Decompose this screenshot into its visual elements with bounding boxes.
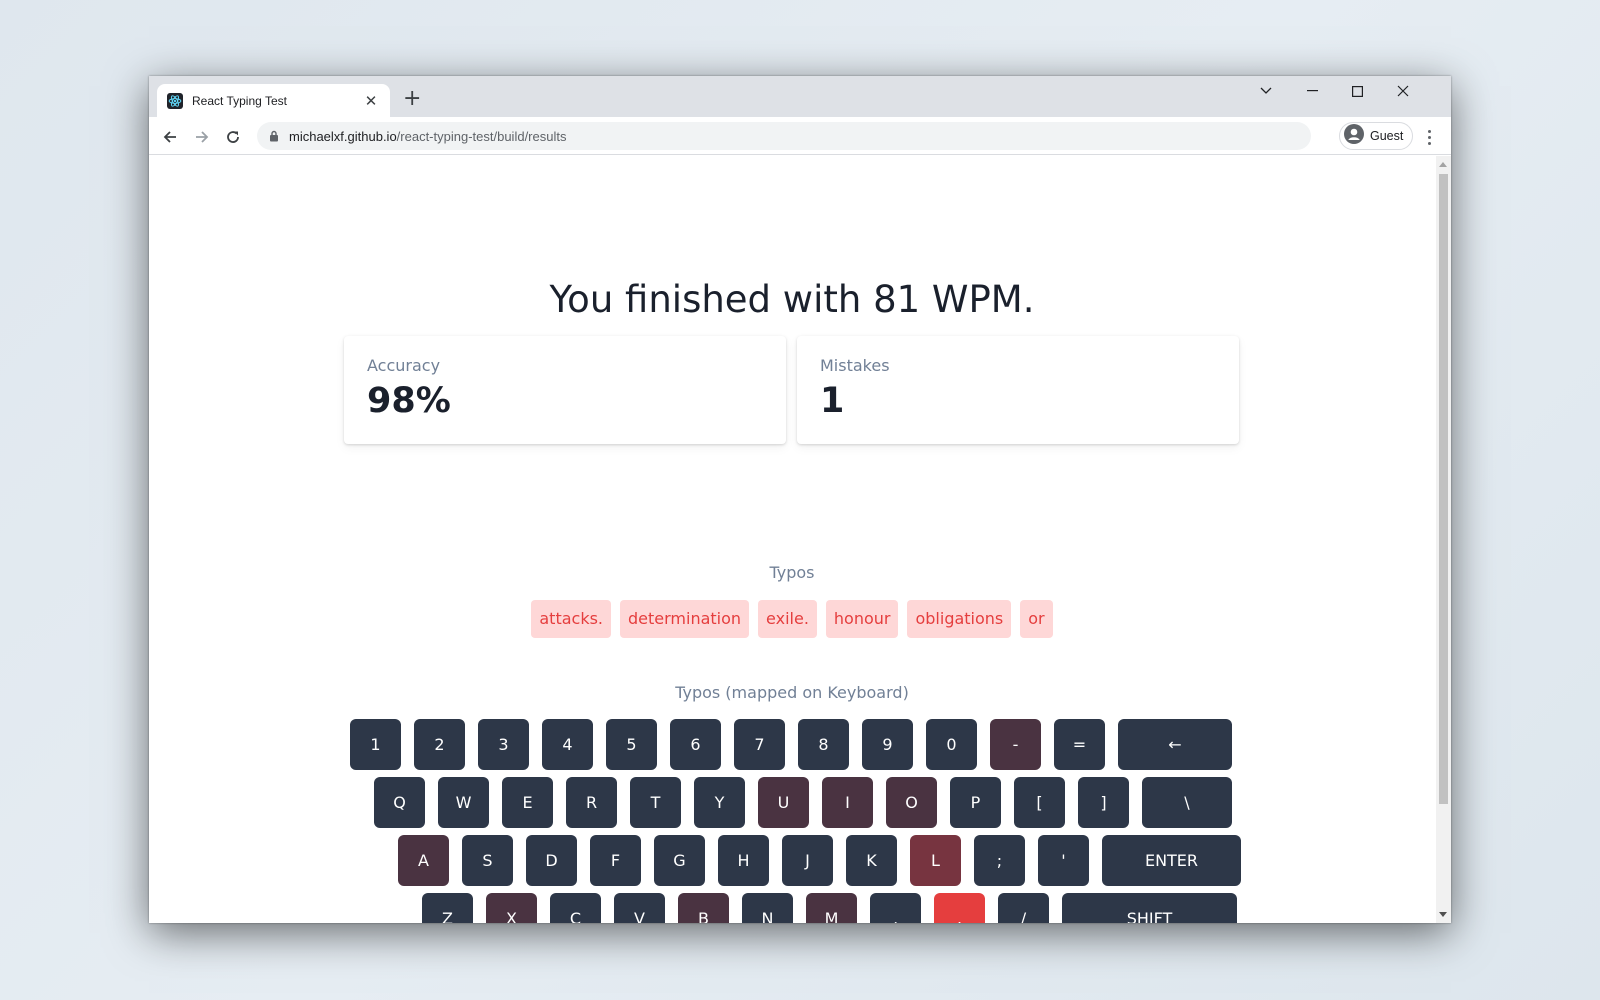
key-u: U — [758, 777, 809, 828]
key-q: Q — [374, 777, 425, 828]
profile-button[interactable]: Guest — [1339, 122, 1413, 150]
key-e: E — [502, 777, 553, 828]
key-w: W — [438, 777, 489, 828]
minimize-icon[interactable] — [1289, 76, 1335, 106]
key-y: Y — [694, 777, 745, 828]
react-logo-icon — [167, 92, 183, 109]
key-g: G — [654, 835, 705, 886]
key-4: 4 — [542, 719, 593, 770]
avatar-icon — [1344, 124, 1364, 148]
key-symbol: = — [1054, 719, 1105, 770]
key-0: 0 — [926, 719, 977, 770]
tab-title: React Typing Test — [192, 93, 287, 108]
key-symbol: / — [998, 893, 1049, 923]
key-t: T — [630, 777, 681, 828]
vertical-scrollbar[interactable] — [1436, 156, 1451, 923]
key-i: I — [822, 777, 873, 828]
key-1: 1 — [350, 719, 401, 770]
new-tab-icon[interactable]: + — [403, 88, 421, 110]
mistakes-card: Mistakes 1 — [797, 336, 1239, 444]
typo-chip: exile. — [758, 600, 817, 638]
accuracy-label: Accuracy — [367, 356, 441, 375]
typo-list: attacks. determination exile. honour obl… — [149, 600, 1435, 638]
key-l: L — [910, 835, 961, 886]
mistakes-value: 1 — [820, 381, 845, 421]
close-window-icon[interactable] — [1380, 76, 1426, 106]
menu-icon[interactable] — [1419, 126, 1439, 148]
key-9: 9 — [862, 719, 913, 770]
key-v: V — [614, 893, 665, 923]
key-x: X — [486, 893, 537, 923]
title-bar: React Typing Test ✕ + — [149, 76, 1451, 117]
typo-chip: determination — [620, 600, 750, 638]
key-f: F — [590, 835, 641, 886]
key-5: 5 — [606, 719, 657, 770]
tab-search-icon[interactable] — [1243, 76, 1289, 106]
forward-arrow-icon[interactable] — [191, 126, 213, 148]
address-bar[interactable]: michaelxf.github.io/react-typing-test/bu… — [257, 122, 1311, 150]
key-h: H — [718, 835, 769, 886]
typo-chip: honour — [825, 600, 899, 638]
reload-icon[interactable] — [222, 126, 244, 148]
key-n: N — [742, 893, 793, 923]
mistakes-label: Mistakes — [820, 356, 890, 375]
key-symbol: ; — [974, 835, 1025, 886]
back-arrow-icon[interactable] — [159, 126, 181, 148]
key-shift: SHIFT — [1062, 893, 1237, 923]
lock-icon — [269, 127, 279, 146]
key-symbol: , — [870, 893, 921, 923]
keyboard-label: Typos (mapped on Keyboard) — [675, 683, 909, 702]
key-symbol: ' — [1038, 835, 1089, 886]
key-r: R — [566, 777, 617, 828]
key-enter: ENTER — [1102, 835, 1241, 886]
scroll-thumb[interactable] — [1439, 174, 1448, 804]
key-symbol: ] — [1078, 777, 1129, 828]
profile-label: Guest — [1370, 129, 1404, 143]
close-tab-icon[interactable]: ✕ — [362, 92, 380, 110]
key-d: D — [526, 835, 577, 886]
maximize-icon[interactable] — [1334, 76, 1380, 106]
typo-chip: attacks. — [531, 600, 611, 638]
key-6: 6 — [670, 719, 721, 770]
scroll-down-arrow-icon[interactable] — [1439, 912, 1447, 917]
browser-tab[interactable]: React Typing Test ✕ — [157, 84, 390, 117]
page-content: You finished with 81 WPM. Accuracy 98% M… — [149, 156, 1451, 923]
accuracy-card: Accuracy 98% — [344, 336, 786, 444]
typo-keyboard: 1 2 3 4 5 6 7 8 9 0- = ← Q W E R T Y U I O P [] \ A S D F G H J K L; ' ENT… — [149, 719, 1451, 923]
url-text: michaelxf.github.io/react-typing-test/bu… — [289, 128, 567, 144]
key-symbol: . — [934, 893, 985, 923]
typo-chip: or — [1020, 600, 1053, 638]
key-o: O — [886, 777, 937, 828]
scroll-up-arrow-icon[interactable] — [1439, 162, 1447, 167]
key-3: 3 — [478, 719, 529, 770]
results-headline: You finished with 81 WPM. — [549, 278, 1035, 321]
key-7: 7 — [734, 719, 785, 770]
key-s: S — [462, 835, 513, 886]
key-symbol: [ — [1014, 777, 1065, 828]
typos-label: Typos — [769, 563, 815, 582]
key-b: B — [678, 893, 729, 923]
key-p: P — [950, 777, 1001, 828]
key-k: K — [846, 835, 897, 886]
key-backslash: \ — [1142, 777, 1232, 828]
key-8: 8 — [798, 719, 849, 770]
key-c: C — [550, 893, 601, 923]
key-backspace: ← — [1118, 719, 1232, 770]
key-symbol: - — [990, 719, 1041, 770]
browser-toolbar: michaelxf.github.io/react-typing-test/bu… — [149, 117, 1451, 155]
key-z: Z — [422, 893, 473, 923]
accuracy-value: 98% — [367, 381, 451, 421]
key-j: J — [782, 835, 833, 886]
key-a: A — [398, 835, 449, 886]
key-m: M — [806, 893, 857, 923]
key-2: 2 — [414, 719, 465, 770]
typo-chip: obligations — [907, 600, 1012, 638]
browser-window: React Typing Test ✕ + michaelxf.github.i… — [149, 76, 1451, 923]
